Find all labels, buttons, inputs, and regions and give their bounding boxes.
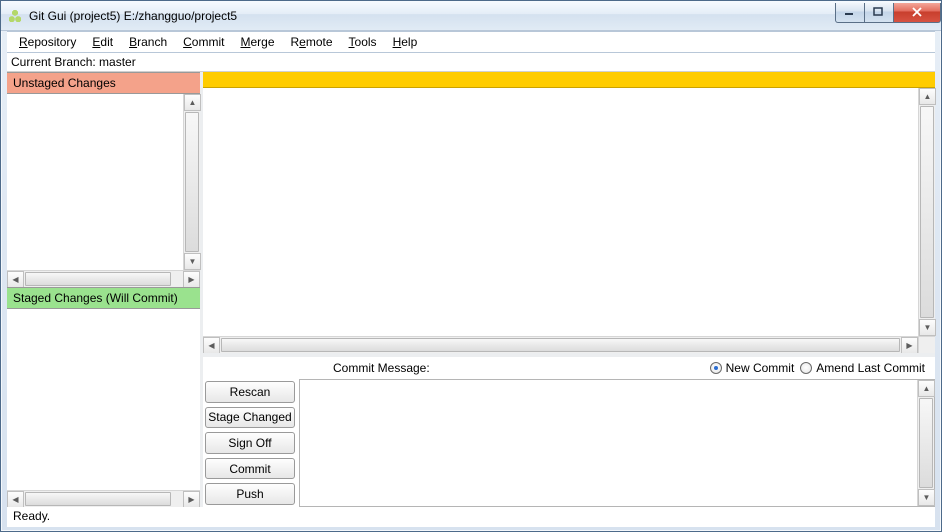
commit-button-column: Rescan Stage Changed Sign Off Commit Pus… (203, 379, 299, 507)
work-area: Unstaged Changes ▲ ▼ ◀ ▶ Staged Changes … (7, 72, 935, 507)
scroll-track[interactable] (919, 105, 935, 319)
scroll-down-icon[interactable]: ▼ (919, 319, 936, 336)
menu-help[interactable]: Help (385, 33, 426, 51)
right-column: ▲ ▼ ◀ ▶ Commit Message: (203, 72, 935, 507)
scroll-thumb[interactable] (25, 272, 171, 286)
scroll-up-icon[interactable]: ▲ (184, 94, 201, 111)
sign-off-button[interactable]: Sign Off (205, 432, 295, 454)
push-button[interactable]: Push (205, 483, 295, 505)
diff-pane: ▲ ▼ (203, 88, 935, 336)
menu-remote[interactable]: Remote (283, 33, 341, 51)
title-bar[interactable]: Git Gui (project5) E:/zhangguo/project5 (1, 1, 941, 31)
radio-amend-last-commit[interactable]: Amend Last Commit (800, 361, 925, 375)
scroll-right-icon[interactable]: ▶ (183, 271, 200, 288)
scroll-down-icon[interactable]: ▼ (918, 489, 935, 506)
left-column: Unstaged Changes ▲ ▼ ◀ ▶ Staged Changes … (7, 72, 203, 507)
scroll-track[interactable] (184, 111, 200, 253)
scroll-right-icon[interactable]: ▶ (901, 337, 918, 354)
radio-amend-label: Amend Last Commit (816, 361, 925, 375)
radio-dot-icon (710, 362, 722, 374)
scroll-thumb[interactable] (221, 338, 900, 352)
window-frame: Git Gui (project5) E:/zhangguo/project5 … (0, 0, 942, 532)
staged-hscroll[interactable]: ◀ ▶ (7, 490, 200, 507)
staged-header[interactable]: Staged Changes (Will Commit) (7, 287, 200, 309)
unstaged-vscroll[interactable]: ▲ ▼ (183, 94, 200, 270)
maximize-icon (873, 7, 885, 17)
window-buttons (836, 3, 941, 23)
scroll-track[interactable] (24, 271, 183, 287)
scroll-down-icon[interactable]: ▼ (184, 253, 201, 270)
scroll-left-icon[interactable]: ◀ (7, 271, 24, 288)
scroll-up-icon[interactable]: ▲ (919, 88, 936, 105)
commit-top-row: Commit Message: New Commit Amend Last Co… (203, 357, 935, 379)
window-title: Git Gui (project5) E:/zhangguo/project5 (29, 9, 830, 23)
menu-repository[interactable]: Repository (11, 33, 84, 51)
scroll-track[interactable] (24, 491, 183, 507)
commit-message-vscroll[interactable]: ▲ ▼ (917, 380, 934, 506)
unstaged-hscroll[interactable]: ◀ ▶ (7, 270, 200, 287)
scroll-left-icon[interactable]: ◀ (203, 337, 220, 354)
close-icon (911, 7, 923, 17)
minimize-button[interactable] (835, 3, 865, 23)
commit-message-label: Commit Message: (333, 361, 430, 375)
scroll-thumb[interactable] (919, 398, 933, 488)
client-area: Current Branch: master Unstaged Changes … (7, 53, 935, 507)
commit-section: Commit Message: New Commit Amend Last Co… (203, 357, 935, 507)
staged-list-body[interactable] (7, 309, 200, 490)
rescan-button[interactable]: Rescan (205, 381, 295, 403)
menu-merge[interactable]: Merge (232, 33, 282, 51)
unstaged-list-body[interactable] (7, 94, 183, 270)
app-icon (7, 8, 23, 24)
scroll-corner (918, 337, 935, 353)
close-button[interactable] (893, 3, 941, 23)
diff-hscroll[interactable]: ◀ ▶ (203, 336, 935, 353)
scroll-thumb[interactable] (920, 106, 934, 318)
menu-branch[interactable]: Branch (121, 33, 175, 51)
maximize-button[interactable] (864, 3, 894, 23)
diff-body[interactable] (203, 88, 918, 336)
commit-message-wrap: ▲ ▼ (299, 379, 935, 507)
status-bar: Ready. (7, 507, 935, 527)
diff-vscroll[interactable]: ▲ ▼ (918, 88, 935, 336)
commit-button[interactable]: Commit (205, 458, 295, 480)
current-branch-label: Current Branch: master (7, 53, 935, 72)
scroll-thumb[interactable] (25, 492, 171, 506)
scroll-track[interactable] (220, 337, 901, 353)
commit-body: Rescan Stage Changed Sign Off Commit Pus… (203, 379, 935, 507)
radio-new-commit[interactable]: New Commit (710, 361, 795, 375)
menu-bar: Repository Edit Branch Commit Merge Remo… (7, 31, 935, 53)
radio-dot-icon (800, 362, 812, 374)
scroll-up-icon[interactable]: ▲ (918, 380, 935, 397)
commit-message-input[interactable] (300, 380, 917, 506)
scroll-left-icon[interactable]: ◀ (7, 491, 24, 508)
stage-changed-button[interactable]: Stage Changed (205, 407, 295, 429)
radio-new-commit-label: New Commit (726, 361, 795, 375)
staged-list[interactable] (7, 309, 200, 490)
diff-header[interactable] (203, 72, 935, 88)
menu-edit[interactable]: Edit (84, 33, 121, 51)
minimize-icon (844, 7, 856, 17)
scroll-track[interactable] (918, 397, 934, 489)
menu-tools[interactable]: Tools (341, 33, 385, 51)
scroll-thumb[interactable] (185, 112, 199, 252)
unstaged-list[interactable]: ▲ ▼ (7, 94, 200, 270)
scroll-right-icon[interactable]: ▶ (183, 491, 200, 508)
menu-commit[interactable]: Commit (175, 33, 232, 51)
unstaged-header[interactable]: Unstaged Changes (7, 72, 200, 94)
